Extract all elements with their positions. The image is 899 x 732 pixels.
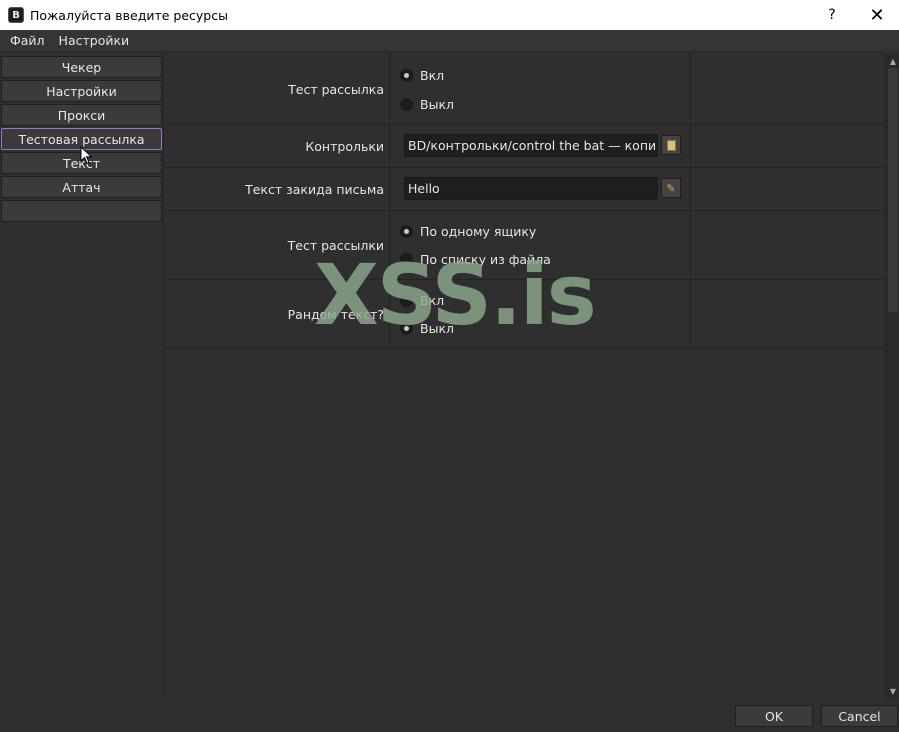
menu-settings[interactable]: Настройки (52, 30, 137, 52)
ok-button[interactable]: OK (735, 705, 813, 727)
form-row-mailing-mode: Тест рассылки По одному ящику По списку … (164, 211, 885, 280)
radio-random-text-off[interactable]: Выкл (400, 321, 454, 336)
form-row-control-files: Контрольки BD/контрольки/control the bat… (164, 125, 885, 168)
radio-random-text-on[interactable]: Вкл (400, 293, 444, 308)
app-icon: B (8, 7, 24, 23)
help-button[interactable]: ? (822, 4, 842, 26)
title-bar: B Пожалуйста введите ресурсы ? ✕ (0, 0, 899, 30)
nav-settings-button[interactable]: Настройки (1, 80, 162, 102)
nav-proxy-button[interactable]: Прокси (1, 104, 162, 126)
radio-checked-icon (400, 225, 413, 238)
nav-test-mailing-button[interactable]: Тестовая рассылка (1, 128, 162, 150)
radio-test-mailing-on[interactable]: Вкл (400, 68, 444, 83)
row-label: Контрольки (305, 139, 384, 154)
cancel-button[interactable]: Cancel (821, 705, 898, 727)
menu-bar: Файл Настройки (0, 30, 899, 52)
radio-test-mailing-off[interactable]: Выкл (400, 97, 454, 112)
pencil-icon: ✎ (666, 181, 676, 195)
menu-file[interactable]: Файл (3, 30, 52, 52)
form-row-seed-text: Текст закида письма Hello ✎ (164, 168, 885, 211)
close-button[interactable]: ✕ (866, 4, 888, 26)
browse-file-button[interactable] (661, 135, 681, 155)
row-label: Тест рассылки (287, 238, 384, 253)
scroll-thumb[interactable] (888, 68, 898, 312)
row-label: Тест рассылка (288, 82, 384, 97)
nav-attach-button[interactable]: Аттач (1, 176, 162, 198)
scroll-down-icon[interactable]: ▼ (886, 686, 899, 696)
scroll-up-icon[interactable]: ▲ (886, 56, 899, 66)
close-icon: ✕ (869, 4, 885, 26)
window-title: Пожалуйста введите ресурсы (30, 7, 228, 23)
row-label: Текст закида письма (245, 182, 384, 197)
radio-unchecked-icon (400, 294, 413, 307)
radio-unchecked-icon (400, 98, 413, 111)
radio-list-from-file[interactable]: По списку из файла (400, 252, 551, 267)
radio-checked-icon (400, 69, 413, 82)
control-file-path-input[interactable]: BD/контрольки/control the bat — копия.tx… (404, 134, 658, 157)
edit-text-button[interactable]: ✎ (661, 178, 681, 198)
settings-form: Тест рассылка Вкл Выкл Контрольки BD/кон… (164, 54, 885, 698)
form-row-random-text: Рандом текст? Вкл Выкл (164, 280, 885, 349)
left-nav: Чекер Настройки Прокси Тестовая рассылка… (0, 54, 164, 698)
seed-text-input[interactable]: Hello (404, 177, 658, 200)
radio-unchecked-icon (400, 253, 413, 266)
nav-text-button[interactable]: Текст (1, 152, 162, 174)
nav-checker-button[interactable]: Чекер (1, 56, 162, 78)
form-row-test-mailing: Тест рассылка Вкл Выкл (164, 54, 885, 125)
radio-single-mailbox[interactable]: По одному ящику (400, 224, 536, 239)
nav-empty-button[interactable] (1, 200, 162, 222)
file-icon (666, 139, 676, 151)
row-label: Рандом текст? (287, 307, 384, 322)
radio-checked-icon (400, 322, 413, 335)
vertical-scrollbar[interactable]: ▲ ▼ (885, 54, 899, 698)
